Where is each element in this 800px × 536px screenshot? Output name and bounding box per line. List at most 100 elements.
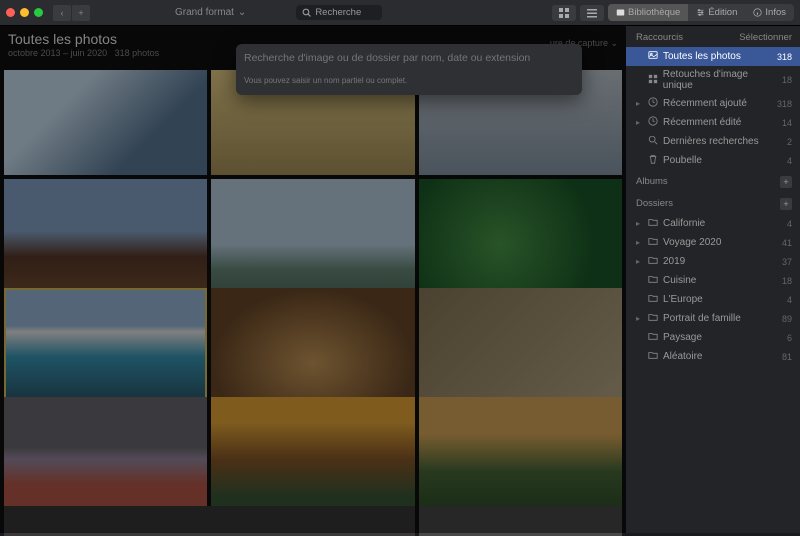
folder-icon	[648, 255, 658, 268]
sidebar-section-shortcuts: Raccourcis Sélectionner	[626, 26, 800, 47]
sidebar-item-label: Portrait de famille	[663, 313, 741, 324]
chevron-down-icon: ⌄	[238, 7, 246, 18]
view-grid-button[interactable]	[552, 5, 576, 21]
main-content: Toutes les photos octobre 2013 – juin 20…	[0, 26, 626, 533]
nav-buttons: ‹ +	[53, 5, 91, 21]
tab-library[interactable]: Bibliothèque	[608, 4, 688, 21]
tab-info[interactable]: Infos	[745, 4, 794, 21]
toolbar: ‹ + Grand format ⌄ Recherche Bibliothèqu…	[0, 0, 800, 26]
disclosure-icon: ▸	[636, 238, 643, 247]
sidebar-item-count: 318	[777, 52, 792, 62]
photos-icon	[648, 50, 658, 63]
sidebar-item[interactable]: Aléatoire 81	[626, 347, 800, 366]
library-icon	[616, 8, 625, 17]
photo-thumbnail[interactable]	[211, 397, 414, 522]
photo-thumbnail[interactable]	[211, 288, 414, 413]
sidebar-item[interactable]: Dernières recherches 2	[626, 132, 800, 151]
photo-thumbnail[interactable]	[419, 397, 622, 522]
sidebar-item-label: Voyage 2020	[663, 237, 721, 248]
trash-icon	[648, 154, 658, 167]
sidebar-item[interactable]: ▸ Voyage 2020 41	[626, 233, 800, 252]
folder-icon	[648, 350, 658, 363]
sliders-icon	[696, 8, 705, 17]
sidebar-item-count: 4	[787, 295, 792, 305]
folder-icon	[648, 312, 658, 325]
photo-thumbnail[interactable]	[419, 506, 622, 536]
sidebar-item[interactable]: ▸ Californie 4	[626, 214, 800, 233]
sidebar-section-albums: Albums +	[626, 170, 800, 192]
grid-icon	[648, 74, 658, 87]
folder-icon	[648, 293, 658, 306]
search-icon	[648, 135, 658, 148]
view-list-button[interactable]	[580, 5, 604, 21]
add-folder-button[interactable]: +	[780, 198, 792, 210]
search-hint: Vous pouvez saisir un nom partiel ou com…	[244, 76, 574, 85]
maximize-icon[interactable]	[34, 8, 43, 17]
sidebar-item-count: 89	[782, 314, 792, 324]
sidebar-item-count: 318	[777, 99, 792, 109]
sidebar-item[interactable]: Poubelle4	[626, 151, 800, 170]
photo-thumbnail[interactable]	[4, 506, 415, 536]
sidebar-item-label: Récemment ajouté	[663, 98, 747, 109]
sidebar-item-count: 41	[782, 238, 792, 248]
sidebar-item-label: Aléatoire	[663, 351, 702, 362]
window-controls	[6, 8, 43, 17]
sidebar-item-count: 6	[787, 333, 792, 343]
sidebar-item-label: Toutes les photos	[663, 51, 741, 62]
sidebar-item-label: Retouches d'image unique	[663, 69, 777, 91]
mode-tabs: Bibliothèque Édition Infos	[608, 4, 794, 21]
sidebar-item-label: Paysage	[663, 332, 702, 343]
photo-grid	[4, 70, 622, 533]
search-icon	[302, 8, 311, 17]
sidebar-item[interactable]: L'Europe4	[626, 290, 800, 309]
sidebar-item[interactable]: ▸Récemment édité14	[626, 113, 800, 132]
folder-icon	[648, 236, 658, 249]
clock-icon	[648, 116, 658, 129]
sidebar-item-count: 81	[782, 352, 792, 362]
sidebar-item-label: Californie	[663, 218, 705, 229]
sidebar-section-folders: Dossiers +	[626, 192, 800, 214]
photo-thumbnail[interactable]	[4, 70, 207, 175]
close-icon[interactable]	[6, 8, 15, 17]
search-input[interactable]	[244, 50, 574, 66]
sidebar-item-count: 37	[782, 257, 792, 267]
sidebar-item[interactable]: Toutes les photos 318	[626, 47, 800, 66]
sidebar-item[interactable]: ▸ Récemment ajouté 318	[626, 94, 800, 113]
photo-thumbnail-selected[interactable]	[4, 288, 207, 413]
disclosure-icon: ▸	[636, 118, 643, 127]
format-dropdown[interactable]: Grand format ⌄	[175, 7, 246, 18]
disclosure-icon: ▸	[636, 99, 643, 108]
disclosure-icon: ▸	[636, 257, 643, 266]
toolbar-search[interactable]: Recherche	[296, 5, 382, 20]
sidebar-item-label: Récemment édité	[663, 117, 741, 128]
sidebar-item-count: 18	[782, 75, 792, 85]
disclosure-icon: ▸	[636, 219, 643, 228]
sidebar-item-label: Dernières recherches	[663, 136, 759, 147]
format-label: Grand format	[175, 7, 234, 18]
search-popup: Vous pouvez saisir un nom partiel ou com…	[236, 44, 582, 95]
sidebar-item[interactable]: Paysage 6	[626, 328, 800, 347]
sidebar-item[interactable]: Retouches d'image unique 18	[626, 66, 800, 94]
add-button[interactable]: +	[72, 5, 90, 21]
photo-thumbnail[interactable]	[4, 397, 207, 522]
folder-icon	[648, 331, 658, 344]
sidebar-item-count: 2	[787, 137, 792, 147]
add-album-button[interactable]: +	[780, 176, 792, 188]
minimize-icon[interactable]	[20, 8, 29, 17]
sidebar-item-count: 18	[782, 276, 792, 286]
disclosure-icon: ▸	[636, 314, 643, 323]
sidebar-item[interactable]: Cuisine 18	[626, 271, 800, 290]
sidebar: Raccourcis Sélectionner Toutes les photo…	[626, 26, 800, 533]
sidebar-item[interactable]: ▸ Portrait de famille 89	[626, 309, 800, 328]
sidebar-item-label: Cuisine	[663, 275, 696, 286]
sidebar-item-count: 4	[787, 219, 792, 229]
sidebar-item[interactable]: ▸ 2019 37	[626, 252, 800, 271]
folder-icon	[648, 217, 658, 230]
sidebar-item-label: Poubelle	[663, 155, 702, 166]
info-icon	[753, 8, 762, 17]
back-button[interactable]: ‹	[53, 5, 71, 21]
select-link[interactable]: Sélectionner	[739, 32, 792, 43]
sidebar-item-label: 2019	[663, 256, 685, 267]
photo-thumbnail[interactable]	[419, 288, 622, 413]
tab-edit[interactable]: Édition	[688, 4, 745, 21]
